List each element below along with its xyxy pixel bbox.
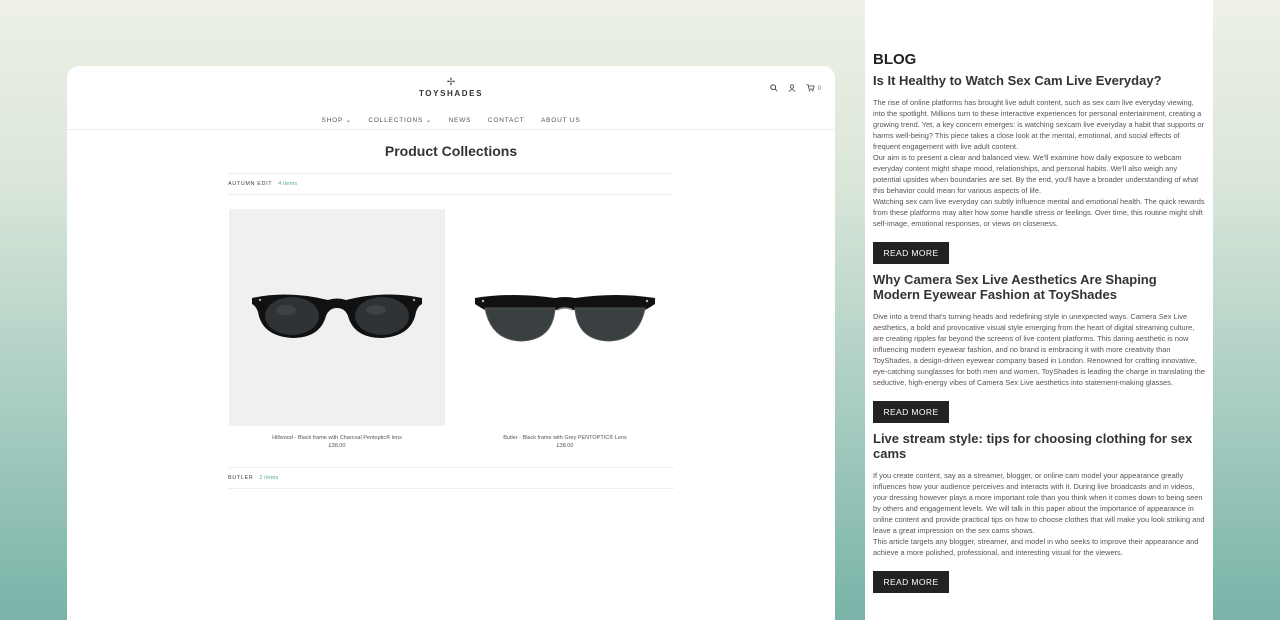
post-paragraph: The rise of online platforms has brought… — [873, 98, 1205, 151]
main-nav: SHOP ⌄ COLLECTIONS ⌄ NEWS CONTACT ABOUT … — [67, 116, 835, 124]
product-card-hillwood[interactable]: Hillwood - Black frame with Charcoal Pen… — [229, 209, 445, 449]
post-excerpt: The rise of online platforms has brought… — [873, 97, 1205, 229]
product-name[interactable]: Hillwood - Black frame with Charcoal Pen… — [229, 435, 445, 441]
post-paragraph: Dive into a trend that's turning heads a… — [873, 312, 1205, 387]
product-card-butler[interactable]: Butler - Black frame with Grey PENTOPTIC… — [457, 209, 673, 449]
header-icons: 0 — [769, 84, 821, 94]
post-paragraph: Watching sex cam live everyday can subtl… — [873, 197, 1205, 228]
product-price: £38.00 — [328, 443, 346, 449]
post-paragraph: Our aim is to present a clear and balanc… — [873, 153, 1199, 195]
collection-row-autumn-edit[interactable]: AUTUMN EDIT 4 items — [228, 173, 674, 195]
store-logo[interactable]: ✢ TOYSHADES — [67, 77, 835, 99]
sunglasses-image — [475, 294, 655, 342]
cart-count: 0 — [817, 86, 821, 92]
nav-item-collections[interactable]: COLLECTIONS ⌄ — [368, 116, 432, 124]
post-title[interactable]: Why Camera Sex Live Aesthetics Are Shapi… — [873, 272, 1205, 302]
page-title: Product Collections — [384, 143, 518, 159]
post-title[interactable]: Is It Healthy to Watch Sex Cam Live Ever… — [873, 73, 1205, 88]
product-name[interactable]: Butler - Black frame with Grey PENTOPTIC… — [457, 435, 673, 441]
blog-post: Live stream style: tips for choosing clo… — [873, 431, 1205, 596]
nav-item-news[interactable]: NEWS — [449, 117, 472, 124]
nav-divider — [67, 129, 835, 130]
blog-heading: BLOG — [873, 51, 917, 68]
nav-item-about-us[interactable]: ABOUT US — [541, 117, 581, 124]
sunglasses-image — [252, 293, 422, 338]
blog-panel: BLOG Is It Healthy to Watch Sex Cam Live… — [865, 0, 1213, 620]
collection-count: 4 items — [278, 181, 298, 187]
read-more-button[interactable]: READ MORE — [873, 242, 949, 264]
account-icon[interactable] — [788, 84, 796, 94]
logo-text: TOYSHADES — [418, 89, 484, 98]
product-image[interactable] — [457, 209, 673, 426]
collection-count: 2 items — [259, 475, 279, 481]
blog-post: Why Camera Sex Live Aesthetics Are Shapi… — [873, 272, 1205, 426]
collection-name: AUTUMN EDIT — [228, 181, 273, 187]
post-excerpt: If you create content, say as a streamer… — [873, 470, 1205, 558]
collection-row-butler[interactable]: BUTLER 2 items — [228, 467, 674, 489]
search-icon[interactable] — [769, 84, 778, 94]
post-excerpt: Dive into a trend that's turning heads a… — [873, 311, 1205, 388]
store-mockup: ✢ TOYSHADES 0 SHOP ⌄ COLLECTIONS ⌄ NEWS … — [67, 66, 835, 620]
cart-icon[interactable] — [806, 84, 815, 94]
blog-post: Is It Healthy to Watch Sex Cam Live Ever… — [873, 73, 1205, 267]
post-title[interactable]: Live stream style: tips for choosing clo… — [873, 431, 1205, 461]
product-image[interactable] — [229, 209, 445, 426]
post-paragraph: This article targets any blogger, stream… — [873, 537, 1199, 557]
nav-item-contact[interactable]: CONTACT — [488, 117, 525, 124]
nav-item-shop[interactable]: SHOP ⌄ — [321, 116, 351, 124]
read-more-button[interactable]: READ MORE — [873, 401, 949, 423]
read-more-button[interactable]: READ MORE — [873, 571, 949, 593]
collection-name: BUTLER — [228, 475, 254, 481]
logo-mark-icon: ✢ — [446, 77, 456, 88]
product-price: £38.00 — [556, 443, 574, 449]
post-paragraph: If you create content, say as a streamer… — [873, 471, 1205, 535]
